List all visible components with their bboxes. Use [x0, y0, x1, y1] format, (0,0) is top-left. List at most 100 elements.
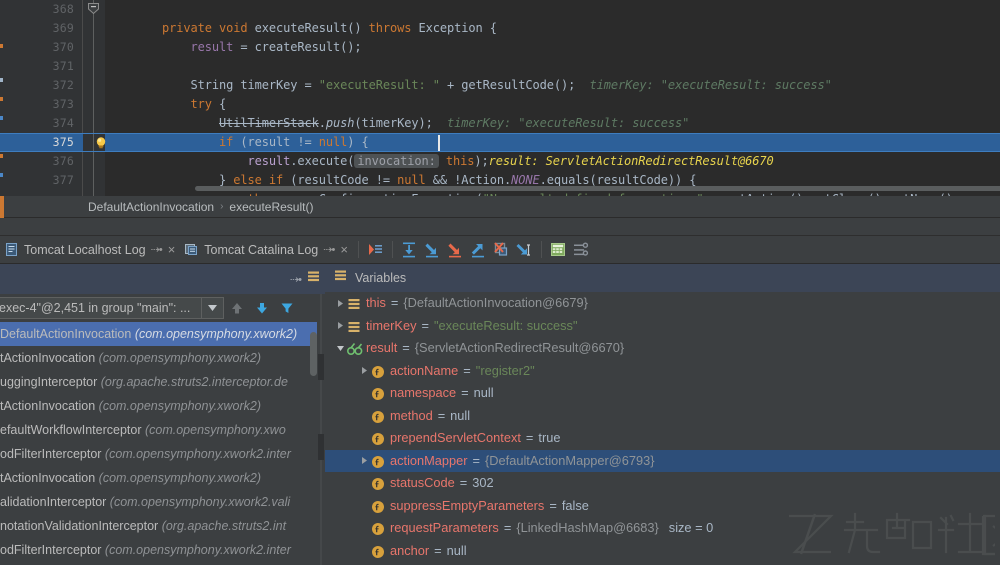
thread-selector-value: exec-4"@2,451 in group "main": ...	[0, 301, 201, 315]
variable-row[interactable]: method=null	[325, 405, 1000, 428]
variables-pane: Variables this={DefaultActionInvocation@…	[325, 264, 1000, 565]
settings-button[interactable]	[570, 238, 593, 261]
frames-scrollbar[interactable]	[310, 322, 317, 565]
variable-row[interactable]: anchor=null	[325, 540, 1000, 563]
variable-value: {ServletActionRedirectResult@6670}	[415, 337, 624, 360]
ide-debugger-screen: 368369370371372373374375376377 private v…	[0, 0, 1000, 565]
frames-scrollbar-thumb[interactable]	[310, 332, 317, 376]
step-out-button[interactable]	[467, 238, 490, 261]
frame-list-item[interactable]: notationValidationInterceptor (org.apach…	[0, 514, 317, 538]
variable-equals: =	[391, 292, 398, 315]
debug-tool-window-tabs[interactable]: Tomcat Localhost Log ⇢• × Tomcat Catalin…	[0, 236, 1000, 264]
editor-horizontal-scrollbar[interactable]	[195, 186, 1000, 191]
line-number: 369	[53, 19, 74, 38]
step-into-button[interactable]	[421, 238, 444, 261]
variable-name: this	[366, 292, 386, 315]
line-number: 368	[53, 0, 74, 19]
tab-pin-icon[interactable]: ⇢•	[151, 243, 162, 256]
frame-package: (org.apache.struts2.int	[162, 519, 286, 533]
tab-label: Tomcat Catalina Log	[204, 243, 318, 257]
field-icon	[371, 521, 385, 535]
frame-list-item[interactable]: efaultWorkflowInterceptor (com.opensymph…	[0, 418, 317, 442]
thread-selector-row[interactable]: exec-4"@2,451 in group "main": ...	[0, 294, 325, 322]
chevron-right-icon[interactable]	[357, 450, 371, 472]
breadcrumb-class[interactable]: DefaultActionInvocation	[88, 200, 214, 214]
variable-row[interactable]: statusCode=302	[325, 472, 1000, 495]
code-editor[interactable]: 368369370371372373374375376377 private v…	[0, 0, 1000, 196]
step-over-button[interactable]	[398, 238, 421, 261]
variable-row[interactable]: actionName="register2"	[325, 360, 1000, 383]
variable-row[interactable]: actionMapper={DefaultActionMapper@6793}	[325, 450, 1000, 473]
frame-list-item[interactable]: tActionInvocation (com.opensymphony.xwor…	[0, 466, 317, 490]
variable-row[interactable]: timerKey="executeResult: success"	[325, 315, 1000, 338]
variables-pane-header[interactable]: Variables	[325, 264, 1000, 292]
server-log-icon	[184, 242, 199, 257]
variable-name: namespace	[390, 382, 456, 405]
log-file-icon	[4, 242, 19, 257]
chevron-down-icon[interactable]	[333, 337, 347, 359]
code-token: throws	[369, 21, 412, 35]
frame-list-item[interactable]: tActionInvocation (com.opensymphony.xwor…	[0, 346, 317, 370]
variable-row[interactable]: prependServletContext=true	[325, 427, 1000, 450]
frame-list-item[interactable]: odFilterInterceptor (com.opensymphony.xw…	[0, 538, 317, 562]
frame-package: (com.opensymphony.xwork2)	[99, 351, 261, 365]
show-execution-point-button[interactable]	[364, 238, 387, 261]
frame-list-item[interactable]: uggingInterceptor (org.apache.struts2.in…	[0, 370, 317, 394]
thread-selector-combo[interactable]: exec-4"@2,451 in group "main": ...	[0, 297, 224, 319]
frame-list-item[interactable]: tActionInvocation (com.opensymphony.xwor…	[0, 394, 317, 418]
evaluate-expression-button[interactable]	[547, 238, 570, 261]
line-number: 377	[53, 171, 74, 190]
frames-menu-icon[interactable]	[306, 269, 321, 289]
breadcrumb[interactable]: DefaultActionInvocation › executeResult(…	[0, 196, 1000, 218]
fold-collapse-icon[interactable]	[87, 2, 100, 15]
frames-up-button[interactable]	[224, 296, 249, 320]
intention-bulb-icon[interactable]	[94, 136, 108, 150]
frame-list-item[interactable]: alidationInterceptor (com.opensymphony.x…	[0, 490, 317, 514]
variable-name: anchor	[390, 540, 429, 563]
watch-var-icon	[347, 341, 361, 355]
variable-equals: =	[402, 337, 409, 360]
variables-icon	[333, 268, 348, 288]
variable-row[interactable]: this={DefaultActionInvocation@6679}	[325, 292, 1000, 315]
line-number: 376	[53, 152, 74, 171]
editor-gutter[interactable]: 368369370371372373374375376377	[0, 0, 83, 196]
frame-list-item[interactable]: DefaultActionInvocation (com.opensymphon…	[0, 322, 317, 346]
variable-row[interactable]: requestParameters={LinkedHashMap@6683}si…	[325, 517, 1000, 540]
frame-method: uggingInterceptor	[0, 375, 101, 389]
tab-close-icon[interactable]: ×	[167, 242, 176, 257]
variable-value: {DefaultActionInvocation@6679}	[403, 292, 587, 315]
frame-method: tActionInvocation	[0, 399, 99, 413]
frames-pane-header[interactable]: ⇢•	[0, 264, 325, 294]
tab-tomcat-localhost-log[interactable]: Tomcat Localhost Log ⇢• ×	[0, 236, 180, 264]
pane-splitter[interactable]	[317, 294, 325, 565]
variable-row[interactable]: suppressEmptyParameters=false	[325, 495, 1000, 518]
frames-pin-icon[interactable]: ⇢•	[290, 273, 301, 286]
breadcrumb-method[interactable]: executeResult()	[229, 200, 313, 214]
toolbar-separator	[358, 241, 359, 258]
variables-tree[interactable]: this={DefaultActionInvocation@6679}timer…	[325, 292, 1000, 565]
code-text-area[interactable]: private void executeResult() throws Exce…	[105, 0, 1000, 196]
tab-pin-icon[interactable]: ⇢•	[323, 243, 334, 256]
frames-down-button[interactable]	[249, 296, 274, 320]
fold-column[interactable]	[83, 0, 105, 196]
field-icon	[371, 364, 385, 378]
frames-list[interactable]: DefaultActionInvocation (com.opensymphon…	[0, 322, 317, 565]
change-stripe	[0, 78, 3, 82]
chevron-right-icon[interactable]	[333, 315, 347, 337]
tab-tomcat-catalina-log[interactable]: Tomcat Catalina Log ⇢• ×	[180, 236, 353, 264]
tab-close-icon[interactable]: ×	[339, 242, 348, 257]
breadcrumb-separator-icon: ›	[220, 201, 223, 212]
variable-row[interactable]: namespace=null	[325, 382, 1000, 405]
variable-row[interactable]: result={ServletActionRedirectResult@6670…	[325, 337, 1000, 360]
run-to-cursor-button[interactable]	[513, 238, 536, 261]
drop-frame-button[interactable]	[490, 238, 513, 261]
frame-list-item[interactable]: odFilterInterceptor (com.opensymphony.xw…	[0, 442, 317, 466]
variable-equals: =	[504, 517, 511, 540]
tree-spacer	[357, 382, 371, 404]
force-step-into-button[interactable]	[444, 238, 467, 261]
chevron-right-icon[interactable]	[333, 292, 347, 314]
chevron-right-icon[interactable]	[357, 360, 371, 382]
chevron-down-icon[interactable]	[201, 298, 223, 318]
frames-filter-button[interactable]	[274, 296, 299, 320]
variable-name: prependServletContext	[390, 427, 521, 450]
